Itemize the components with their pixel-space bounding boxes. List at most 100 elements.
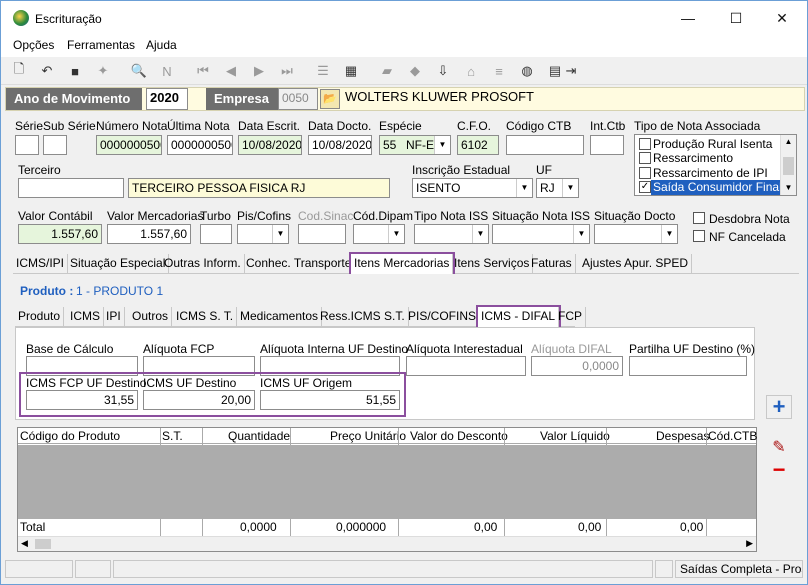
chevron-down-icon[interactable]: ▼: [516, 179, 532, 197]
aliq-fcp-input[interactable]: [143, 356, 255, 376]
col-despesas[interactable]: Despesas: [656, 429, 709, 443]
tab-icms-ipi[interactable]: ICMS/IPI: [13, 254, 69, 274]
nf-cancelada-checkbox[interactable]: [693, 230, 705, 242]
cfo-input[interactable]: 6102: [457, 135, 499, 155]
data-escrit-input[interactable]: 10/08/2020: [238, 135, 302, 155]
chevron-down-icon[interactable]: ▼: [272, 225, 288, 243]
aliq-interna-input[interactable]: [260, 356, 400, 376]
subtab-icms-st[interactable]: ICMS S. T.: [173, 307, 238, 327]
checkbox[interactable]: [639, 167, 651, 179]
icms-fcp-input[interactable]: 31,55: [26, 390, 138, 410]
home-icon[interactable]: ⌂: [461, 61, 481, 81]
tab-ajustes-sped[interactable]: Ajustes Apur. SPED: [579, 254, 693, 274]
int-ctb-input[interactable]: [590, 135, 624, 155]
subtab-pis-cofins[interactable]: PIS/COFINS: [405, 307, 481, 327]
open-folder-icon[interactable]: 📂: [320, 89, 340, 109]
situacao-iss-select[interactable]: ▼: [492, 224, 590, 244]
col-cod-ctb[interactable]: Cód.CTB: [708, 429, 757, 443]
empresa-code[interactable]: 0050: [278, 88, 318, 110]
menu-ajuda[interactable]: Ajuda: [146, 38, 177, 52]
col-preco-unitario[interactable]: Preço Unitário: [330, 429, 406, 443]
ano-input[interactable]: 2020: [146, 88, 188, 110]
numero-nota-input[interactable]: 0000000500: [96, 135, 162, 155]
chevron-up-icon[interactable]: ▲: [781, 135, 796, 149]
ie-select[interactable]: ISENTO ▼: [412, 178, 533, 198]
chevron-right-icon[interactable]: ▶: [746, 538, 753, 549]
col-st[interactable]: S.T.: [162, 429, 183, 443]
aliq-interestadual-input[interactable]: [406, 356, 526, 376]
add-item-button[interactable]: +: [766, 395, 792, 419]
scroll-thumb[interactable]: [35, 539, 51, 549]
pis-cofins-select[interactable]: ▼: [237, 224, 289, 244]
import-icon[interactable]: ◆: [405, 61, 425, 81]
icms-orig-input[interactable]: 51,55: [260, 390, 400, 410]
cib-icon[interactable]: ◍: [517, 61, 537, 81]
col-valor-liquido[interactable]: Valor Líquido: [540, 429, 610, 443]
subtab-ress-icms-st[interactable]: Ress.ICMS S.T.: [317, 307, 409, 327]
subtab-outros[interactable]: Outros: [129, 307, 173, 327]
menu-opcoes[interactable]: Opções: [13, 38, 54, 52]
col-valor-desconto[interactable]: Valor do Desconto: [410, 429, 508, 443]
serie-input[interactable]: [15, 135, 39, 155]
check-icon[interactable]: ✓: [639, 181, 651, 193]
tab-itens-mercadorias[interactable]: Itens Mercadorias: [348, 252, 456, 276]
chevron-down-icon[interactable]: ▼: [472, 225, 488, 243]
base-calculo-input[interactable]: [26, 356, 138, 376]
grid-hscrollbar[interactable]: ◀ ▶: [18, 536, 756, 551]
checkbox[interactable]: [639, 138, 651, 150]
chevron-down-icon[interactable]: ▼: [562, 179, 578, 197]
terceiro-code-input[interactable]: [18, 178, 124, 198]
col-quantidade[interactable]: Quantidade: [228, 429, 290, 443]
remove-item-button[interactable]: −: [766, 459, 792, 483]
subtab-medicamentos[interactable]: Medicamentos: [237, 307, 323, 327]
menu-ferramentas[interactable]: Ferramentas: [67, 38, 135, 52]
subserie-input[interactable]: [43, 135, 67, 155]
last-record-icon[interactable]: ⏭: [277, 61, 297, 81]
close-button[interactable]: ✕: [759, 1, 805, 35]
tipo-nota-option[interactable]: Ressarcimento de IPI: [637, 166, 780, 180]
cod-dipam-select[interactable]: ▼: [353, 224, 405, 244]
tipo-nota-option[interactable]: Ressarcimento: [637, 151, 780, 165]
valor-contabil-input[interactable]: 1.557,60: [18, 224, 102, 244]
tab-outras-inform[interactable]: Outras Inform.: [161, 254, 245, 274]
subtab-ipi[interactable]: IPI: [103, 307, 125, 327]
tipo-nota-option[interactable]: Produção Rural Isenta: [637, 137, 780, 151]
especie-select[interactable]: 55 NF-E ▼: [379, 135, 451, 155]
codigo-ctb-input[interactable]: [506, 135, 584, 155]
ultima-nota-input[interactable]: 0000000500: [167, 135, 233, 155]
tab-situacao-especial[interactable]: Situação Especial: [67, 254, 170, 274]
tab-itens-servicos[interactable]: Itens Serviços: [451, 254, 534, 274]
icms-dest-input[interactable]: 20,00: [143, 390, 255, 410]
new-icon[interactable]: 🗋: [9, 61, 29, 81]
grid-body[interactable]: [18, 445, 756, 519]
col-codigo[interactable]: Código do Produto: [20, 429, 120, 443]
minimize-button[interactable]: —: [665, 1, 711, 35]
desdobra-checkbox[interactable]: [693, 212, 705, 224]
first-record-icon[interactable]: ⏮: [193, 61, 213, 81]
folder-icon[interactable]: ▰: [377, 61, 397, 81]
subtab-icms-difal[interactable]: ICMS - DIFAL: [475, 305, 562, 329]
tree-icon[interactable]: ☰: [313, 61, 333, 81]
chevron-down-icon[interactable]: ▼: [434, 136, 450, 154]
chevron-left-icon[interactable]: ◀: [21, 538, 28, 549]
valor-merc-input[interactable]: 1.557,60: [107, 224, 191, 244]
delete-icon[interactable]: ✦: [93, 61, 113, 81]
tab-conhec-transporte[interactable]: Conhec. Transporte: [243, 254, 356, 274]
cod-sinac-input[interactable]: [298, 224, 346, 244]
turbo-input[interactable]: [200, 224, 232, 244]
previous-record-icon[interactable]: ◀: [221, 61, 241, 81]
checkbox[interactable]: [639, 152, 651, 164]
data-docto-input[interactable]: 10/08/2020: [308, 135, 372, 155]
tipo-iss-select[interactable]: ▼: [414, 224, 489, 244]
scroll-thumb[interactable]: [783, 157, 794, 175]
save-icon[interactable]: ■: [65, 61, 85, 81]
tipo-nota-option-selected[interactable]: ✓ Saída Consumidor Final: [637, 180, 782, 195]
partilha-input[interactable]: [629, 356, 747, 376]
exit-icon[interactable]: ⇥: [561, 61, 581, 81]
uf-select[interactable]: RJ ▼: [536, 178, 579, 198]
list-icon[interactable]: ≡: [489, 61, 509, 81]
subtab-produto[interactable]: Produto: [15, 307, 65, 327]
chevron-down-icon[interactable]: ▼: [573, 225, 589, 243]
preview-icon[interactable]: 🔍: [129, 61, 149, 81]
nfe-icon[interactable]: N: [157, 61, 177, 81]
